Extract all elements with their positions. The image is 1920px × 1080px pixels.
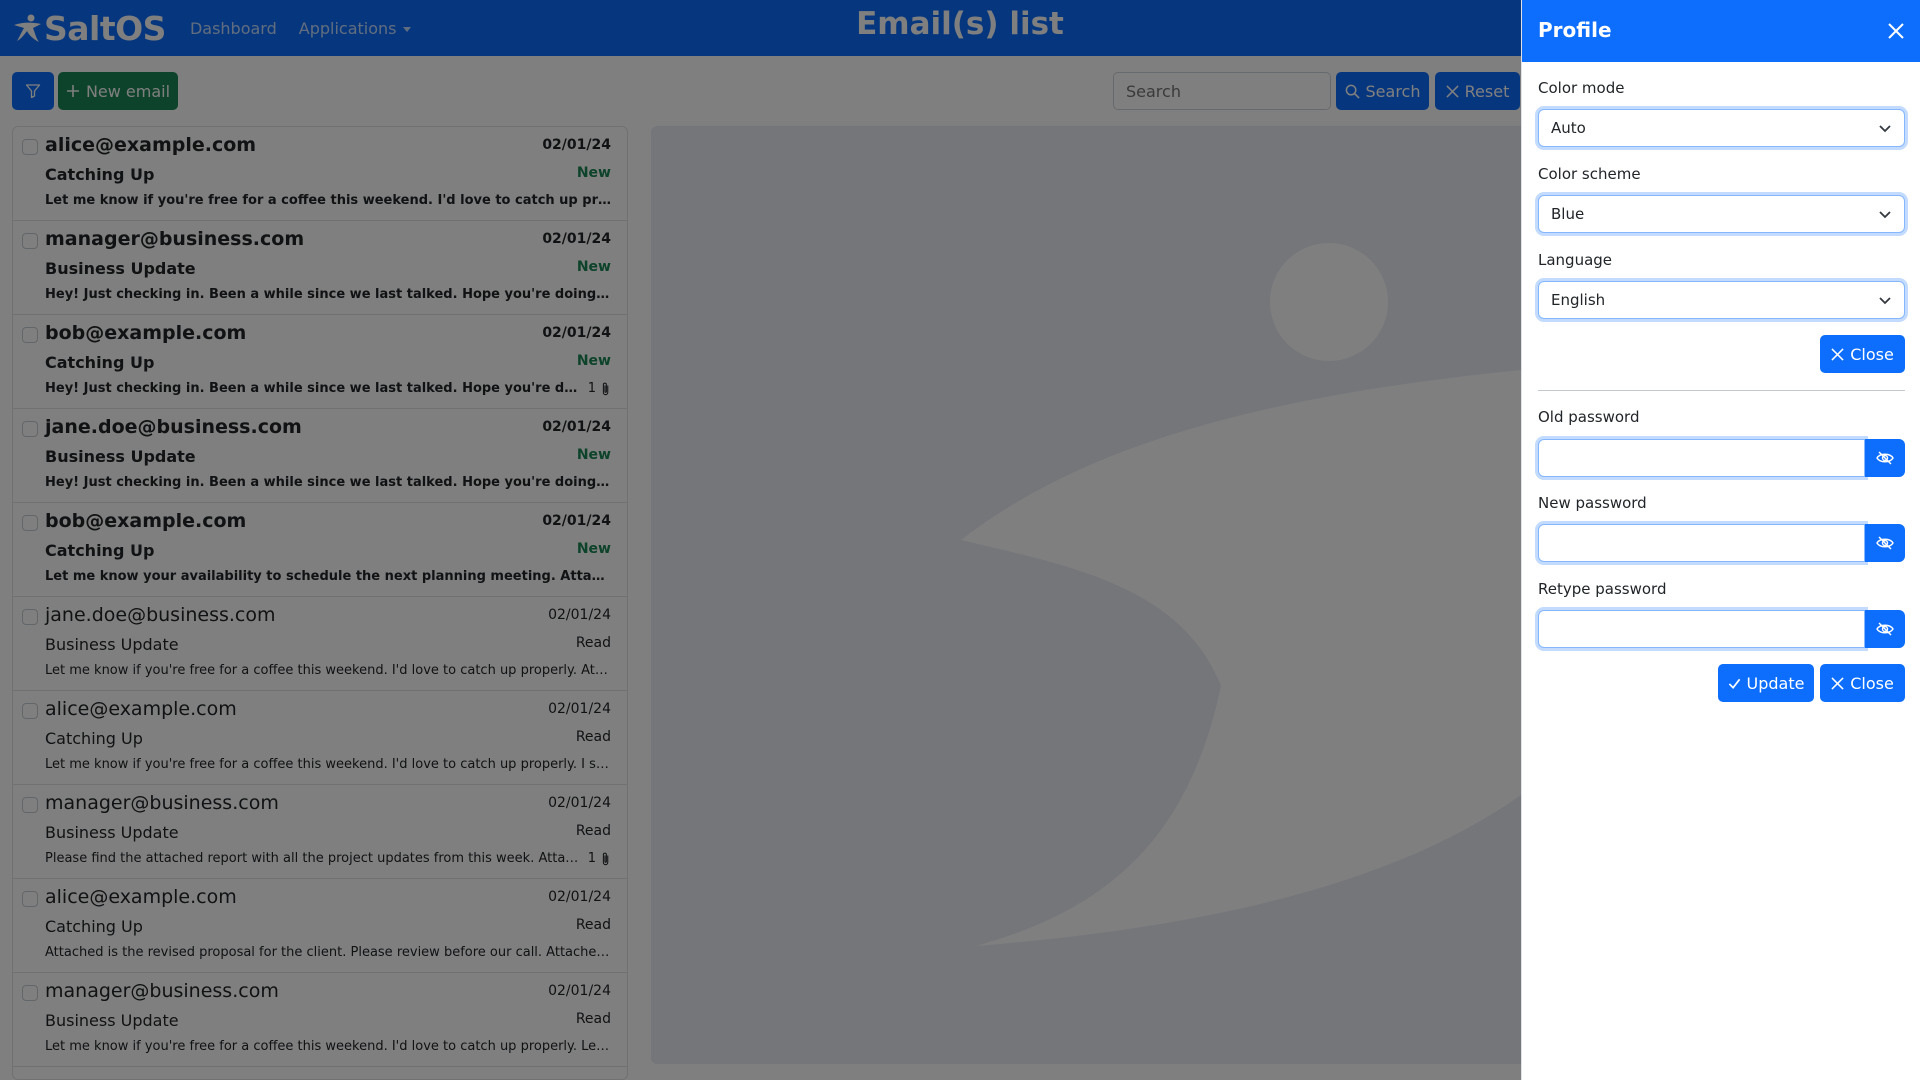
color-scheme-value: Blue bbox=[1551, 205, 1585, 223]
check-icon bbox=[1728, 678, 1740, 689]
profile-panel: Profile Color mode Auto Color scheme Blu… bbox=[1521, 0, 1920, 1080]
new-password-toggle[interactable] bbox=[1865, 524, 1905, 562]
eye-slash-icon bbox=[1876, 622, 1894, 636]
color-mode-select[interactable]: Auto bbox=[1538, 109, 1905, 147]
divider bbox=[1538, 390, 1905, 391]
color-mode-value: Auto bbox=[1551, 119, 1586, 137]
new-password-field[interactable] bbox=[1538, 524, 1865, 562]
old-password-label: Old password bbox=[1538, 408, 1640, 426]
close-icon[interactable] bbox=[1886, 21, 1906, 41]
chevron-down-icon bbox=[1879, 125, 1891, 133]
retype-password-field[interactable] bbox=[1538, 610, 1865, 648]
color-scheme-select[interactable]: Blue bbox=[1538, 195, 1905, 233]
language-value: English bbox=[1551, 291, 1606, 309]
close-icon bbox=[1831, 347, 1844, 361]
retype-password-label: Retype password bbox=[1538, 580, 1667, 598]
new-password-label: New password bbox=[1538, 494, 1647, 512]
close-icon bbox=[1831, 676, 1844, 690]
language-select[interactable]: English bbox=[1538, 281, 1905, 319]
eye-slash-icon bbox=[1876, 451, 1894, 465]
old-password-toggle[interactable] bbox=[1865, 439, 1905, 477]
retype-password-toggle[interactable] bbox=[1865, 610, 1905, 648]
eye-slash-icon bbox=[1876, 536, 1894, 550]
old-password-field[interactable] bbox=[1538, 439, 1865, 477]
language-label: Language bbox=[1538, 251, 1613, 269]
profile-title: Profile bbox=[1538, 18, 1612, 42]
color-scheme-label: Color scheme bbox=[1538, 165, 1641, 183]
close-button[interactable]: Close bbox=[1820, 335, 1905, 373]
chevron-down-icon bbox=[1879, 211, 1891, 219]
profile-header: Profile bbox=[1522, 0, 1920, 62]
close-button[interactable]: Close bbox=[1820, 664, 1905, 702]
update-button[interactable]: Update bbox=[1718, 664, 1814, 702]
close-button-label: Close bbox=[1850, 673, 1894, 693]
chevron-down-icon bbox=[1879, 297, 1891, 305]
update-button-label: Update bbox=[1746, 673, 1805, 693]
close-button-label: Close bbox=[1850, 344, 1894, 364]
color-mode-label: Color mode bbox=[1538, 79, 1625, 97]
